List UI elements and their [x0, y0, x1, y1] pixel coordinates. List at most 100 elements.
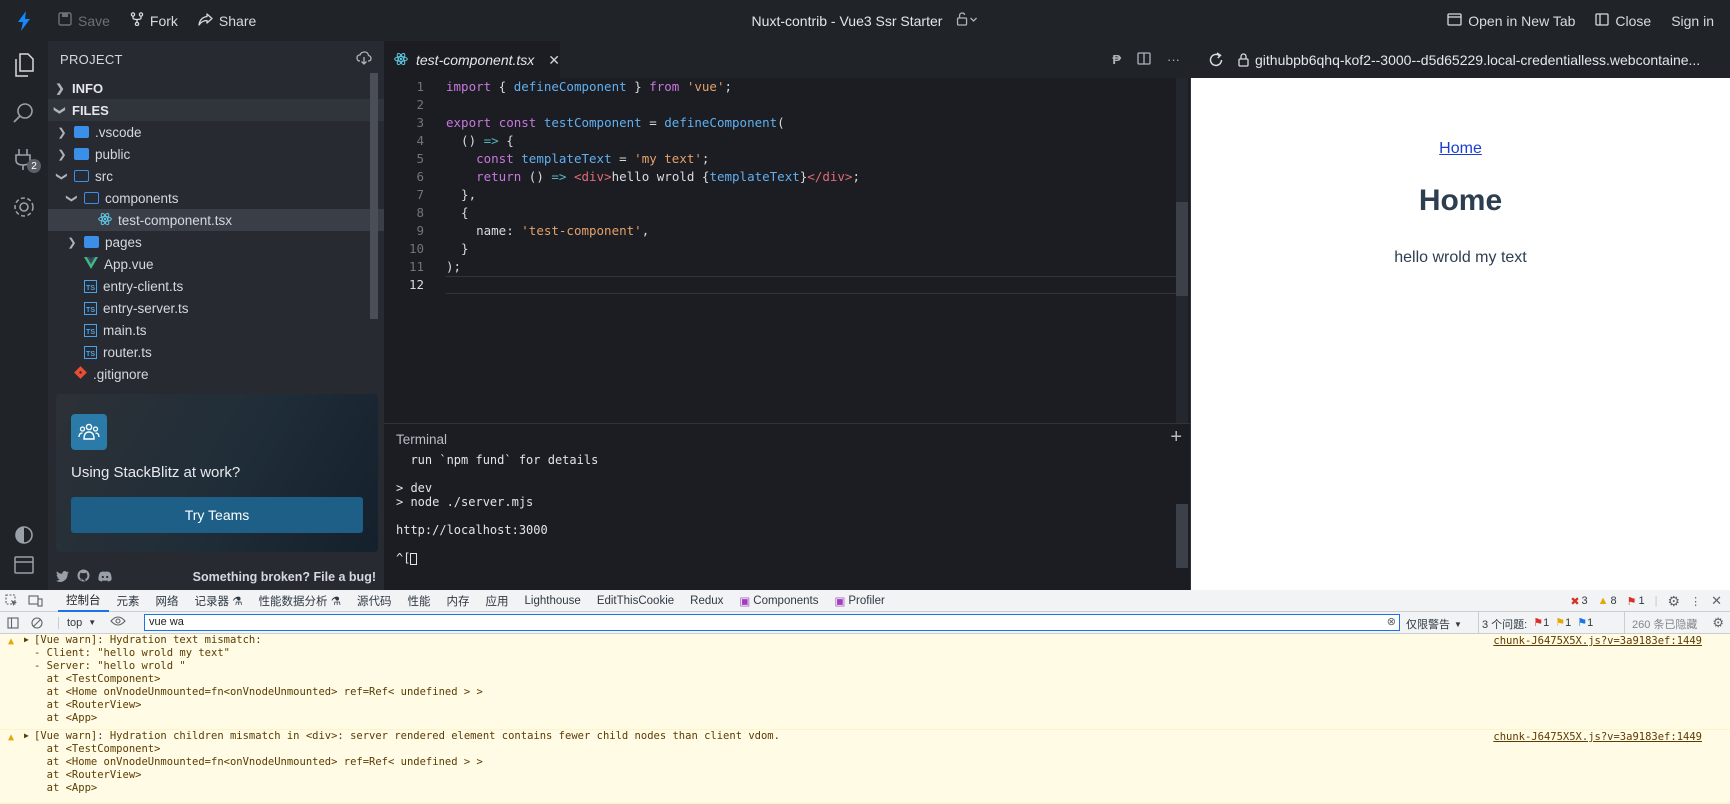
tab-vue-components[interactable]: ▣ Components: [731, 590, 826, 612]
devtools-menu-icon[interactable]: ⋮: [1690, 595, 1701, 608]
twitter-icon[interactable]: [56, 570, 69, 585]
section-info[interactable]: ❯ INFO: [48, 77, 384, 99]
code-content[interactable]: import { defineComponent } from 'vue'; e…: [446, 78, 1176, 294]
tab-test-component[interactable]: test-component.tsx ✕: [384, 41, 560, 78]
tree-item-vscode[interactable]: ❯ .vscode: [48, 121, 384, 143]
devtools-settings-icon[interactable]: ⚙: [1668, 593, 1681, 610]
console-warning-message[interactable]: ▲ ▶ chunk-J6475X5X.js?v=3a9183ef:1449 [V…: [0, 730, 1730, 804]
sidebar-toggle-icon[interactable]: [0, 616, 26, 629]
typescript-icon: TS: [84, 301, 97, 315]
tree-item-public[interactable]: ❯ public: [48, 143, 384, 165]
tab-vue-profiler[interactable]: ▣ Profiler: [827, 590, 893, 612]
sidebar-scrollbar[interactable]: [370, 73, 378, 319]
source-link[interactable]: chunk-J6475X5X.js?v=3a9183ef:1449: [1493, 635, 1702, 647]
code-editor[interactable]: 1 2 3 4 5 6 7 8 9 10 11 12 import { defineComponent…: [384, 78, 1190, 423]
close-tab-icon[interactable]: ✕: [548, 52, 560, 69]
try-teams-button[interactable]: Try Teams: [71, 497, 363, 533]
warning-count[interactable]: ▲ 8: [1598, 595, 1617, 607]
tab-sources[interactable]: 源代码: [349, 590, 400, 612]
clear-console-icon[interactable]: [26, 616, 48, 629]
tab-lighthouse[interactable]: Lighthouse: [517, 590, 589, 612]
refresh-icon[interactable]: [1208, 51, 1224, 68]
editor-scroll-thumb[interactable]: [1176, 202, 1188, 296]
tree-item-components[interactable]: ❯ components: [48, 187, 384, 209]
tree-item-src[interactable]: ❯ src: [48, 165, 384, 187]
tab-redux[interactable]: Redux: [682, 590, 731, 612]
tree-item-gitignore[interactable]: .gitignore: [48, 363, 384, 385]
tree-item-entry-client[interactable]: TS entry-client.ts: [48, 275, 384, 297]
expand-triangle-icon[interactable]: ▶: [24, 635, 29, 644]
section-files[interactable]: ❯ FILES: [48, 99, 384, 121]
section-info-label: INFO: [72, 80, 104, 96]
tree-item-router[interactable]: TS router.ts: [48, 341, 384, 363]
open-new-tab-button[interactable]: Open in New Tab: [1437, 0, 1585, 41]
extensions-icon[interactable]: 2: [0, 137, 48, 181]
terminal-scrollbar[interactable]: [1176, 504, 1188, 568]
console-settings-icon[interactable]: ⚙: [1712, 615, 1724, 631]
prettier-icon[interactable]: ₱: [1112, 52, 1121, 67]
log-levels-dropdown[interactable]: 仅限警告 ▼: [1406, 616, 1462, 632]
save-button[interactable]: Save: [48, 0, 120, 41]
issues-summary[interactable]: 3 个问题: ⚑1 ⚑1 ⚑1: [1482, 616, 1593, 632]
device-toolbar-icon[interactable]: [22, 594, 48, 607]
file-bug-link[interactable]: Something broken? File a bug!: [193, 570, 376, 584]
devtools-close-icon[interactable]: ✕: [1711, 593, 1722, 609]
message-lines: [Vue warn]: Hydration children mismatch …: [0, 730, 1730, 795]
issue-error-count: ⚑1: [1533, 617, 1550, 629]
source-link[interactable]: chunk-J6475X5X.js?v=3a9183ef:1449: [1493, 731, 1702, 743]
share-button[interactable]: Share: [188, 0, 266, 41]
save-icon: [58, 12, 72, 29]
settings-icon[interactable]: [0, 185, 48, 229]
share-icon: [198, 12, 213, 29]
bolt-logo-icon[interactable]: [0, 0, 48, 41]
inspect-element-icon[interactable]: [0, 594, 22, 607]
expand-triangle-icon[interactable]: ▶: [24, 731, 29, 740]
issue-count[interactable]: ⚑ 1: [1627, 595, 1645, 608]
console-filter-input[interactable]: vue wa ⊗: [144, 614, 1400, 631]
close-button[interactable]: Close: [1585, 0, 1661, 41]
preview-home-link[interactable]: Home: [1191, 140, 1730, 158]
console-line: at <Home onVnodeUnmounted=fn<onVnodeUnmo…: [34, 756, 483, 768]
code-line: return () => <div>hello wrold {templateT…: [476, 169, 860, 184]
lock-icon[interactable]: [956, 12, 978, 29]
line-number: 8: [416, 205, 424, 220]
tab-console[interactable]: 控制台: [58, 590, 109, 612]
error-count[interactable]: ✖ 3: [1570, 595, 1587, 608]
tree-item-entry-server[interactable]: TS entry-server.ts: [48, 297, 384, 319]
tab-application[interactable]: 应用: [478, 590, 517, 612]
sign-in-button[interactable]: Sign in: [1661, 0, 1724, 41]
files-icon[interactable]: [0, 43, 48, 87]
layout-icon[interactable]: [0, 543, 48, 587]
tab-memory[interactable]: 内存: [439, 590, 478, 612]
live-expression-eye-icon[interactable]: [110, 616, 126, 629]
console-line: at <TestComponent>: [34, 673, 161, 685]
tree-item-app-vue[interactable]: App.vue: [48, 253, 384, 275]
line-number: 4: [416, 133, 424, 148]
tab-performance[interactable]: 性能: [400, 590, 439, 612]
tab-elements[interactable]: 元素: [109, 590, 148, 612]
tab-editthiscookie[interactable]: EditThisCookie: [589, 590, 682, 612]
console-warning-message[interactable]: ▲ ▶ chunk-J6475X5X.js?v=3a9183ef:1449 [V…: [0, 634, 1730, 730]
context-value: top: [67, 616, 83, 629]
add-terminal-icon[interactable]: +: [1170, 426, 1182, 449]
tab-network[interactable]: 网络: [148, 590, 187, 612]
more-icon[interactable]: ···: [1167, 52, 1180, 67]
clear-filter-icon[interactable]: ⊗: [1387, 615, 1396, 630]
tab-performance-insights[interactable]: 性能数据分析 ⚗: [251, 590, 350, 612]
tree-item-pages[interactable]: ❯ pages: [48, 231, 384, 253]
fork-button[interactable]: Fork: [120, 0, 188, 41]
search-icon[interactable]: [0, 91, 48, 135]
github-icon[interactable]: [77, 569, 90, 585]
download-cloud-icon[interactable]: [356, 50, 372, 68]
line-number: 3: [416, 115, 424, 130]
tab-recorder[interactable]: 记录器 ⚗: [187, 590, 251, 612]
context-selector[interactable]: top ▼: [58, 616, 96, 629]
split-editor-icon[interactable]: [1137, 51, 1151, 68]
editor-scrollbar[interactable]: [1176, 78, 1188, 423]
line-number: 1: [416, 79, 424, 94]
tree-item-test-component[interactable]: test-component.tsx: [48, 209, 384, 231]
terminal-panel[interactable]: Terminal + run `npm fund` for details > d…: [384, 423, 1190, 590]
tree-item-main[interactable]: TS main.ts: [48, 319, 384, 341]
preview-url[interactable]: githubpb6qhq-kof2--3000--d5d65229.local-…: [1255, 52, 1730, 68]
discord-icon[interactable]: [98, 570, 112, 585]
